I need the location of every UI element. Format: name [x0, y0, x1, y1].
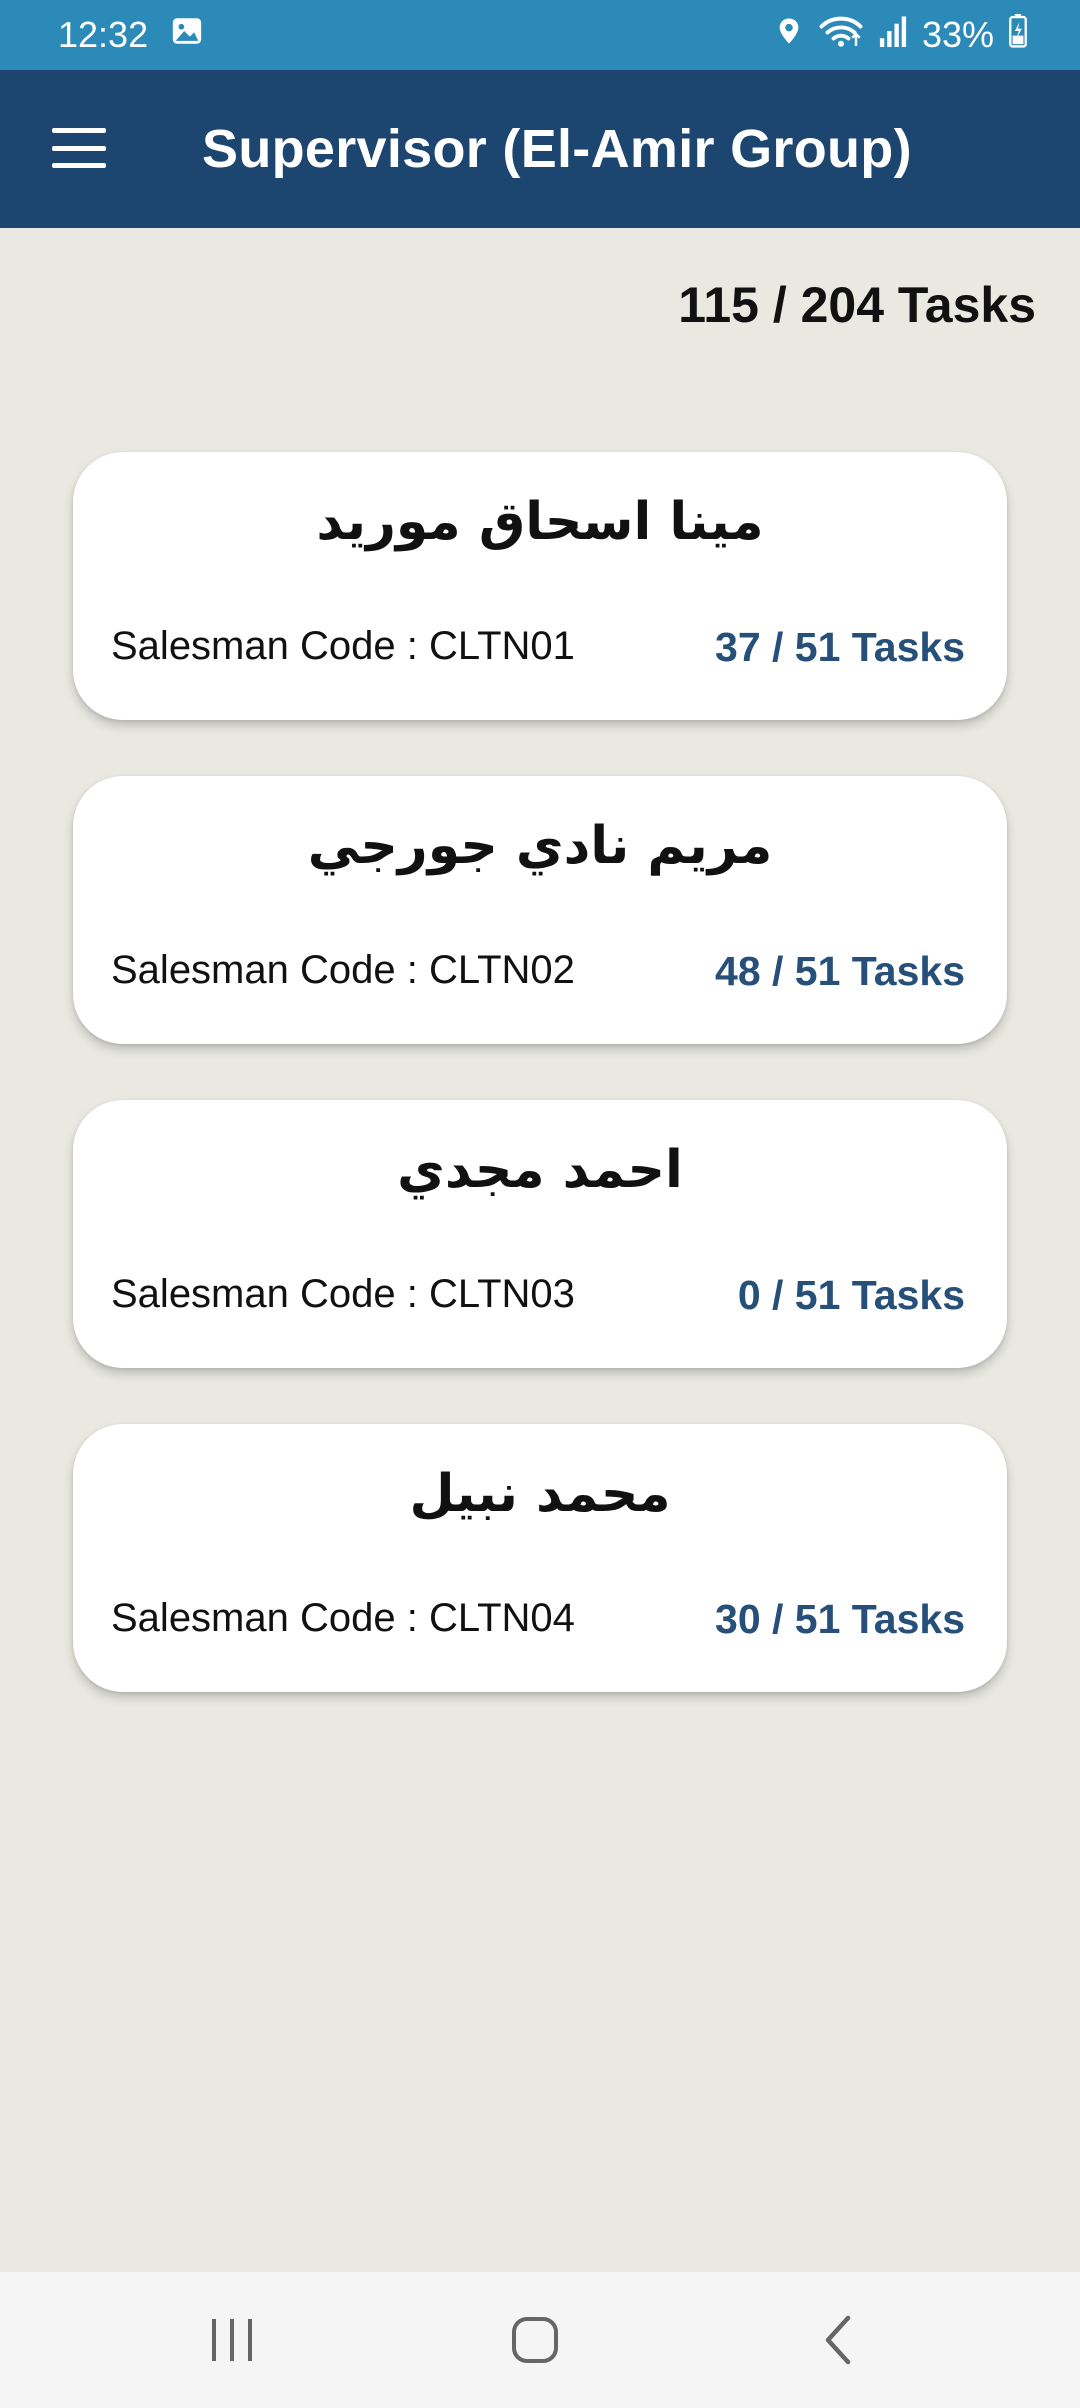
- clock: 12:32: [58, 14, 149, 55]
- salesman-card[interactable]: مينا اسحاق موريد Salesman Code : CLTN01 …: [73, 452, 1007, 720]
- system-navigation-bar: [0, 2272, 1080, 2408]
- salesman-code: Salesman Code : CLTN04: [111, 1596, 575, 1640]
- salesman-card[interactable]: احمد مجدي Salesman Code : CLTN03 0 / 51 …: [73, 1100, 1007, 1368]
- recent-apps-icon[interactable]: [162, 2272, 302, 2408]
- back-icon[interactable]: [768, 2272, 908, 2408]
- status-bar-right: 33%: [774, 0, 1028, 70]
- total-tasks-summary: 115 / 204 Tasks: [678, 277, 1036, 333]
- salesman-code: Salesman Code : CLTN02: [111, 948, 575, 992]
- salesman-task-count: 37 / 51 Tasks: [715, 624, 965, 670]
- home-icon[interactable]: [465, 2272, 605, 2408]
- salesman-name: محمد نبيل: [409, 1464, 671, 1524]
- signal-icon: [878, 14, 908, 56]
- hamburger-menu-icon[interactable]: [52, 128, 106, 168]
- status-bar-left: 12:32: [58, 0, 204, 70]
- salesman-task-count: 0 / 51 Tasks: [737, 1272, 965, 1318]
- battery-percent: 33%: [921, 14, 994, 55]
- status-bar: 12:32 33%: [0, 0, 1080, 70]
- location-icon: [774, 14, 804, 57]
- salesman-name: احمد مجدي: [397, 1140, 683, 1200]
- salesman-card[interactable]: محمد نبيل Salesman Code : CLTN04 30 / 51…: [73, 1424, 1007, 1692]
- salesman-name: مينا اسحاق موريد: [316, 492, 764, 552]
- app-bar: Supervisor (El-Amir Group): [0, 70, 1080, 228]
- salesman-card[interactable]: مريم نادي جورجي Salesman Code : CLTN02 4…: [73, 776, 1007, 1044]
- page-title: Supervisor (El-Amir Group): [202, 119, 912, 179]
- salesman-task-count: 30 / 51 Tasks: [715, 1596, 965, 1642]
- wifi-icon: [818, 13, 864, 58]
- salesman-code: Salesman Code : CLTN03: [111, 1272, 575, 1316]
- image-icon: [170, 14, 204, 57]
- salesman-name: مريم نادي جورجي: [307, 816, 773, 876]
- salesman-task-count: 48 / 51 Tasks: [715, 948, 965, 994]
- salesman-code: Salesman Code : CLTN01: [111, 624, 575, 668]
- battery-icon: [1008, 13, 1028, 57]
